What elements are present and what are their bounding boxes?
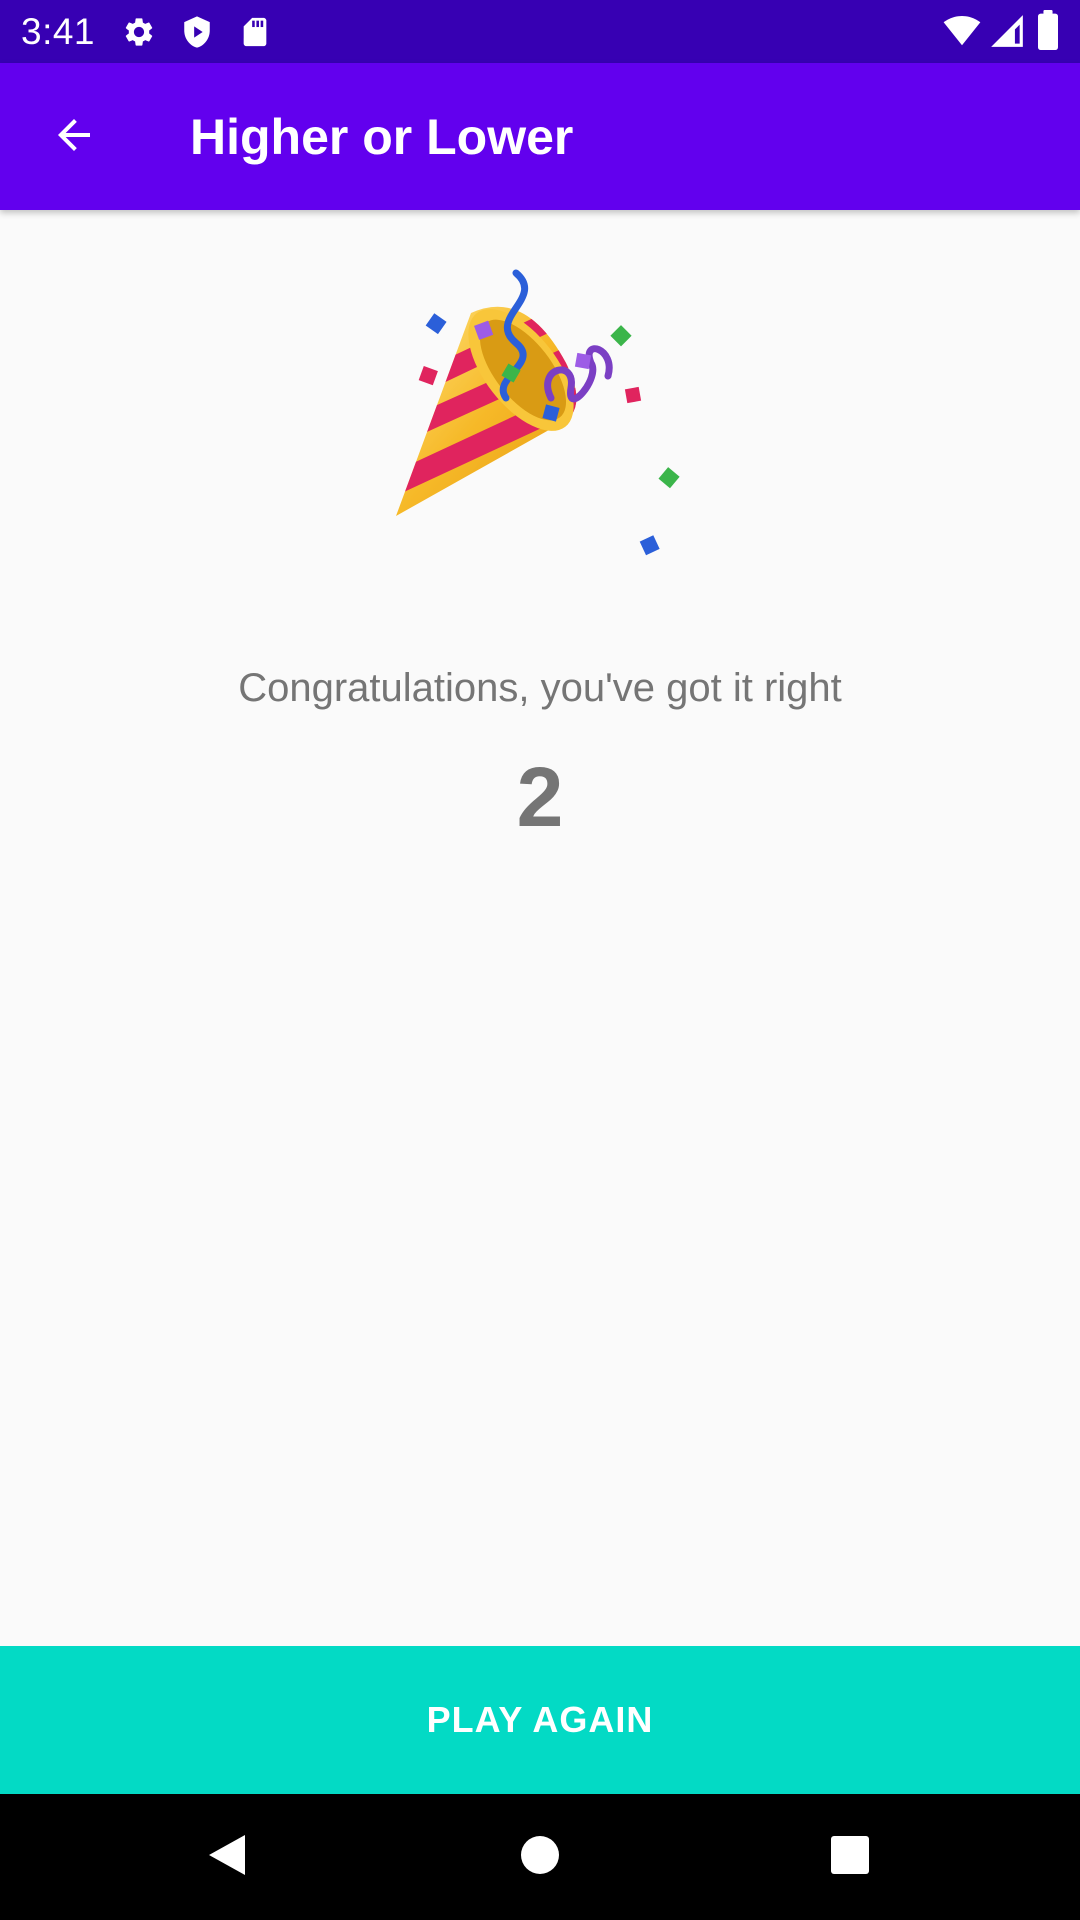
play-again-button[interactable]: PLAY AGAIN — [0, 1646, 1080, 1794]
wifi-icon — [942, 12, 982, 55]
nav-home-button[interactable] — [500, 1817, 580, 1897]
nav-back-button[interactable] — [186, 1817, 266, 1897]
main-content: Congratulations, you've got it right 2 — [0, 210, 1080, 1646]
cellular-signal-icon — [988, 12, 1026, 55]
shield-play-icon — [180, 15, 214, 54]
arrow-back-icon — [50, 111, 98, 164]
party-popper-icon — [376, 258, 692, 607]
recents-square-icon — [830, 1835, 870, 1880]
sd-card-icon — [238, 15, 272, 54]
back-button[interactable] — [30, 93, 118, 181]
page-title: Higher or Lower — [190, 109, 574, 165]
status-time: 3:41 — [21, 11, 96, 52]
nav-recents-button[interactable] — [810, 1817, 890, 1897]
navigation-bar — [0, 1794, 1080, 1920]
home-circle-icon — [520, 1835, 560, 1880]
back-triangle-icon — [205, 1831, 247, 1884]
score-value: 2 — [516, 750, 564, 844]
congratulations-message: Congratulations, you've got it right — [238, 666, 842, 710]
gear-icon — [122, 15, 156, 54]
battery-icon — [1036, 10, 1060, 55]
status-bar: 3:41 — [0, 0, 1080, 63]
app-bar: Higher or Lower — [0, 63, 1080, 210]
